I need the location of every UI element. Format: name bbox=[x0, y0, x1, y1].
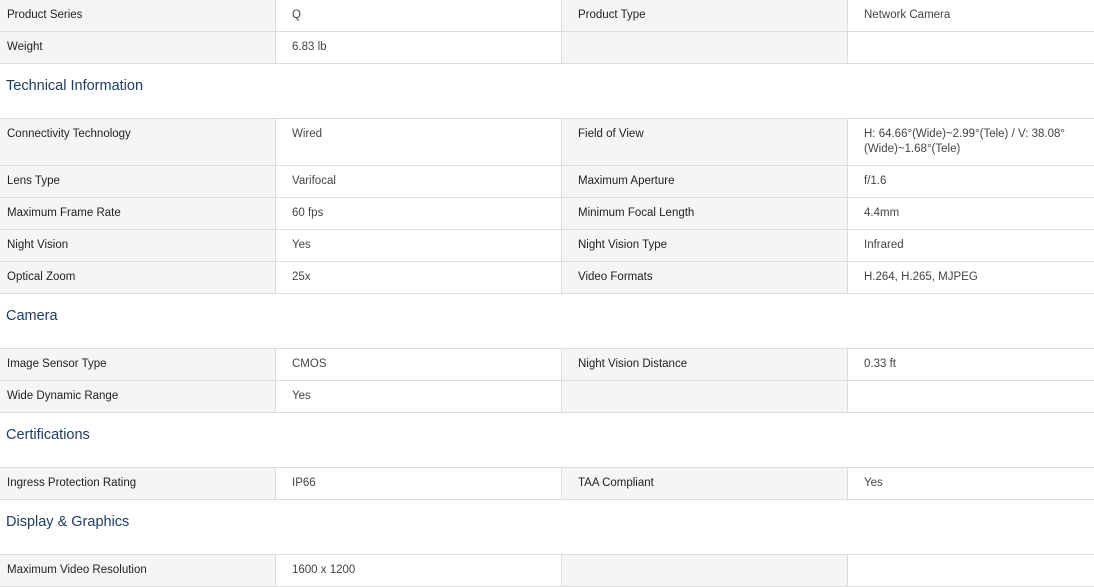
spec-value: Yes bbox=[276, 381, 562, 412]
spec-row: Connectivity Technology Wired Field of V… bbox=[0, 119, 1094, 166]
spec-value: f/1.6 bbox=[848, 166, 1094, 197]
spec-label: Maximum Aperture bbox=[562, 166, 848, 197]
spec-label: Product Type bbox=[562, 0, 848, 31]
spec-row: Ingress Protection Rating IP66 TAA Compl… bbox=[0, 468, 1094, 500]
spec-label: Optical Zoom bbox=[0, 262, 276, 293]
spec-label bbox=[562, 32, 848, 63]
spec-value: Varifocal bbox=[276, 166, 562, 197]
spec-value: 1600 x 1200 bbox=[276, 555, 562, 586]
spec-row: Product Series Q Product Type Network Ca… bbox=[0, 0, 1094, 32]
spec-value: 4.4mm bbox=[848, 198, 1094, 229]
spec-row: Image Sensor Type CMOS Night Vision Dist… bbox=[0, 349, 1094, 381]
spec-label: Lens Type bbox=[0, 166, 276, 197]
spec-label: Maximum Frame Rate bbox=[0, 198, 276, 229]
spec-row: Wide Dynamic Range Yes bbox=[0, 381, 1094, 413]
spec-value: Yes bbox=[276, 230, 562, 261]
spec-value: CMOS bbox=[276, 349, 562, 380]
spec-label bbox=[562, 381, 848, 412]
section-title-display-graphics: Display & Graphics bbox=[0, 500, 1094, 555]
spec-value: H.264, H.265, MJPEG bbox=[848, 262, 1094, 293]
spec-label: Ingress Protection Rating bbox=[0, 468, 276, 499]
spec-value bbox=[848, 32, 1094, 63]
spec-label: TAA Compliant bbox=[562, 468, 848, 499]
spec-row: Night Vision Yes Night Vision Type Infra… bbox=[0, 230, 1094, 262]
spec-label: Video Formats bbox=[562, 262, 848, 293]
spec-value: 60 fps bbox=[276, 198, 562, 229]
spec-row: Maximum Frame Rate 60 fps Minimum Focal … bbox=[0, 198, 1094, 230]
spec-value: 25x bbox=[276, 262, 562, 293]
spec-table: Product Series Q Product Type Network Ca… bbox=[0, 0, 1094, 587]
spec-label: Wide Dynamic Range bbox=[0, 381, 276, 412]
spec-label: Night Vision bbox=[0, 230, 276, 261]
spec-value: Q bbox=[276, 0, 562, 31]
spec-row: Maximum Video Resolution 1600 x 1200 bbox=[0, 555, 1094, 587]
spec-label: Night Vision Type bbox=[562, 230, 848, 261]
spec-value: 6.83 lb bbox=[276, 32, 562, 63]
spec-row: Optical Zoom 25x Video Formats H.264, H.… bbox=[0, 262, 1094, 294]
spec-value: Yes bbox=[848, 468, 1094, 499]
spec-label: Maximum Video Resolution bbox=[0, 555, 276, 586]
section-title-technical-information: Technical Information bbox=[0, 64, 1094, 119]
spec-value bbox=[848, 381, 1094, 412]
spec-row: Lens Type Varifocal Maximum Aperture f/1… bbox=[0, 166, 1094, 198]
spec-label: Field of View bbox=[562, 119, 848, 165]
section-title-camera: Camera bbox=[0, 294, 1094, 349]
spec-value: 0.33 ft bbox=[848, 349, 1094, 380]
spec-value bbox=[848, 555, 1094, 586]
spec-label: Night Vision Distance bbox=[562, 349, 848, 380]
spec-value: IP66 bbox=[276, 468, 562, 499]
spec-value: Wired bbox=[276, 119, 562, 165]
spec-value: H: 64.66°(Wide)~2.99°(Tele) / V: 38.08°(… bbox=[848, 119, 1094, 165]
spec-label: Connectivity Technology bbox=[0, 119, 276, 165]
spec-value: Infrared bbox=[848, 230, 1094, 261]
spec-label bbox=[562, 555, 848, 586]
spec-value: Network Camera bbox=[848, 0, 1094, 31]
spec-label: Image Sensor Type bbox=[0, 349, 276, 380]
spec-label: Minimum Focal Length bbox=[562, 198, 848, 229]
spec-label: Product Series bbox=[0, 0, 276, 31]
spec-row: Weight 6.83 lb bbox=[0, 32, 1094, 64]
spec-label: Weight bbox=[0, 32, 276, 63]
section-title-certifications: Certifications bbox=[0, 413, 1094, 468]
